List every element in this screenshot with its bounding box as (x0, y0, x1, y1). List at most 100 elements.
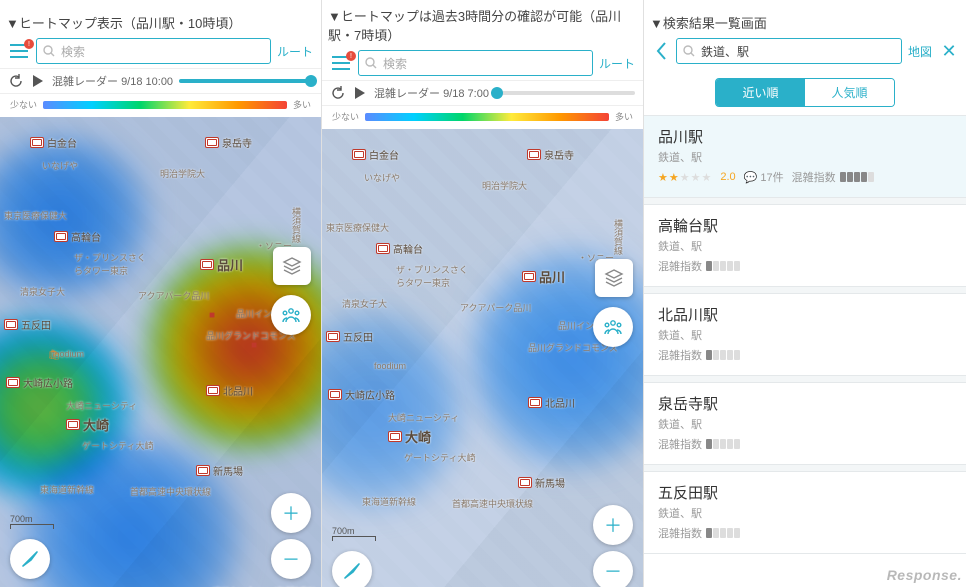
map-button[interactable]: 地図 (906, 39, 934, 64)
rating-value: 2.0 (720, 171, 735, 183)
poi-meijigakuin: 明治学院大 (160, 167, 205, 180)
zoom-out-button[interactable]: － (593, 551, 633, 587)
zoom-out-button[interactable]: － (271, 539, 311, 579)
search-icon (43, 45, 55, 57)
locate-button[interactable] (332, 551, 372, 587)
back-button[interactable] (650, 41, 672, 61)
station-icon (66, 419, 80, 430)
locate-button[interactable] (10, 539, 50, 579)
route-button[interactable]: ルート (597, 51, 637, 76)
map[interactable]: 白金台 泉岳寺 高輪台 品川 五反田 大崎広小路 大崎 北品川 新馬場 いなげや… (322, 129, 643, 587)
poi-shimizu: 清泉女子大 (20, 285, 65, 298)
congestion-bars-icon (840, 172, 874, 182)
time-slider[interactable] (179, 79, 313, 83)
result-card[interactable]: 北品川駅鉄道、駅混雑指数 (644, 293, 966, 376)
layers-button[interactable] (595, 259, 633, 297)
reload-icon[interactable] (330, 85, 346, 101)
topbar: ! 検索 ルート (0, 34, 321, 68)
station-sengakuji[interactable]: 泉岳寺 (205, 135, 252, 150)
station-gotanda[interactable]: 五反田 (326, 329, 373, 344)
play-icon[interactable] (352, 85, 368, 101)
map[interactable]: 白金台 泉岳寺 高輪台 品川 五反田 大崎広小路 大崎 北品川 新馬場 いなげや… (0, 117, 321, 587)
congestion-index: 混雑指数 (658, 347, 740, 363)
layers-button[interactable] (273, 247, 311, 285)
station-shinagawa[interactable]: 品川 (200, 255, 243, 274)
search-input[interactable]: 検索 (358, 50, 593, 76)
station-shimbamba[interactable]: 新馬場 (518, 475, 565, 490)
congestion-button[interactable] (593, 307, 633, 347)
search-icon (683, 45, 695, 57)
zoom-in-button[interactable]: ＋ (593, 505, 633, 545)
poi-shimizu: 清泉女子大 (342, 297, 387, 310)
result-card[interactable]: 五反田駅鉄道、駅混雑指数 (644, 471, 966, 554)
congestion-bars-icon (706, 528, 740, 538)
poi-yokosuka: 横須賀線 (612, 219, 625, 255)
poi-aquapark: アクアパーク品川 (460, 301, 531, 314)
search-placeholder: 検索 (61, 43, 85, 60)
station-osakihirokoji[interactable]: 大崎広小路 (328, 387, 395, 402)
station-shinagawa[interactable]: 品川 (522, 267, 565, 286)
result-meta: 混雑指数 (658, 347, 952, 363)
poi-meijigakuin: 明治学院大 (482, 179, 527, 192)
result-title: 北品川駅 (658, 304, 952, 325)
play-icon[interactable] (30, 73, 46, 89)
station-icon (205, 137, 219, 148)
scale-bar: 700m (10, 514, 54, 529)
close-button[interactable]: ✕ (938, 41, 960, 62)
reload-icon[interactable] (8, 73, 24, 89)
result-title: 五反田駅 (658, 482, 952, 503)
station-icon (200, 259, 214, 270)
tab-near[interactable]: 近い順 (716, 79, 805, 106)
result-category: 鉄道、駅 (658, 416, 952, 432)
result-card[interactable]: 高輪台駅鉄道、駅混雑指数 (644, 204, 966, 287)
result-card[interactable]: 品川駅鉄道、駅★★★★★2.0💬 17件混雑指数 (644, 115, 966, 198)
tab-popular[interactable]: 人気順 (805, 79, 894, 106)
station-gotanda[interactable]: 五反田 (4, 317, 51, 332)
star-icon: ★★★★★ (658, 171, 712, 184)
station-osaki[interactable]: 大崎 (388, 427, 431, 446)
congestion-index: 混雑指数 (658, 436, 740, 452)
poi-inageya: いなげや (364, 171, 400, 184)
result-meta: ★★★★★2.0💬 17件混雑指数 (658, 169, 952, 185)
legend-gradient (365, 113, 609, 121)
slider-knob[interactable] (491, 87, 503, 99)
station-osaki[interactable]: 大崎 (66, 415, 109, 434)
station-icon (352, 149, 366, 160)
station-takanawadai[interactable]: 高輪台 (376, 241, 423, 256)
poi-foodium: foodium (374, 361, 406, 371)
search-input[interactable]: 鉄道、駅 (676, 38, 902, 64)
pin-icon: ■ (248, 339, 260, 351)
legend-max: 多い (293, 98, 311, 111)
topbar: ! 検索 ルート (322, 46, 643, 80)
station-osakihirokoji[interactable]: 大崎広小路 (6, 375, 73, 390)
zoom-in-button[interactable]: ＋ (271, 493, 311, 533)
panel-heatmap-10am: ▼ヒートマップ表示（品川駅・10時頃） ! 検索 ルート 混雑レーダー 9/18… (0, 0, 322, 587)
station-shirokanedai[interactable]: 白金台 (30, 135, 77, 150)
menu-button[interactable]: ! (6, 38, 32, 64)
station-sengakuji[interactable]: 泉岳寺 (527, 147, 574, 162)
time-slider[interactable] (495, 91, 635, 95)
result-category: 鉄道、駅 (658, 149, 952, 165)
station-shirokanedai[interactable]: 白金台 (352, 147, 399, 162)
route-button[interactable]: ルート (275, 39, 315, 64)
station-icon (528, 397, 542, 408)
panel-search-results: ▼検索結果一覧画面 鉄道、駅 地図 ✕ 近い順 人気順 品川駅鉄道、駅★★★★★… (644, 0, 966, 587)
congestion-button[interactable] (271, 295, 311, 335)
station-kitashinagawa[interactable]: 北品川 (528, 395, 575, 410)
station-takanawadai[interactable]: 高輪台 (54, 229, 101, 244)
station-icon (326, 331, 340, 342)
station-icon (328, 389, 342, 400)
search-input[interactable]: 検索 (36, 38, 271, 64)
station-icon (30, 137, 44, 148)
legend-min: 少ない (332, 110, 359, 123)
slider-knob[interactable] (305, 75, 317, 87)
congestion-index: 混雑指数 (792, 169, 874, 185)
congestion-bars-icon (706, 439, 740, 449)
menu-button[interactable]: ! (328, 50, 354, 76)
station-shimbamba[interactable]: 新馬場 (196, 463, 243, 478)
poi-shutoko: 首都高速中央環状線 (452, 497, 533, 510)
station-kitashinagawa[interactable]: 北品川 (206, 383, 253, 398)
result-card[interactable]: 泉岳寺駅鉄道、駅混雑指数 (644, 382, 966, 465)
result-meta: 混雑指数 (658, 258, 952, 274)
congestion-bars-icon (706, 350, 740, 360)
